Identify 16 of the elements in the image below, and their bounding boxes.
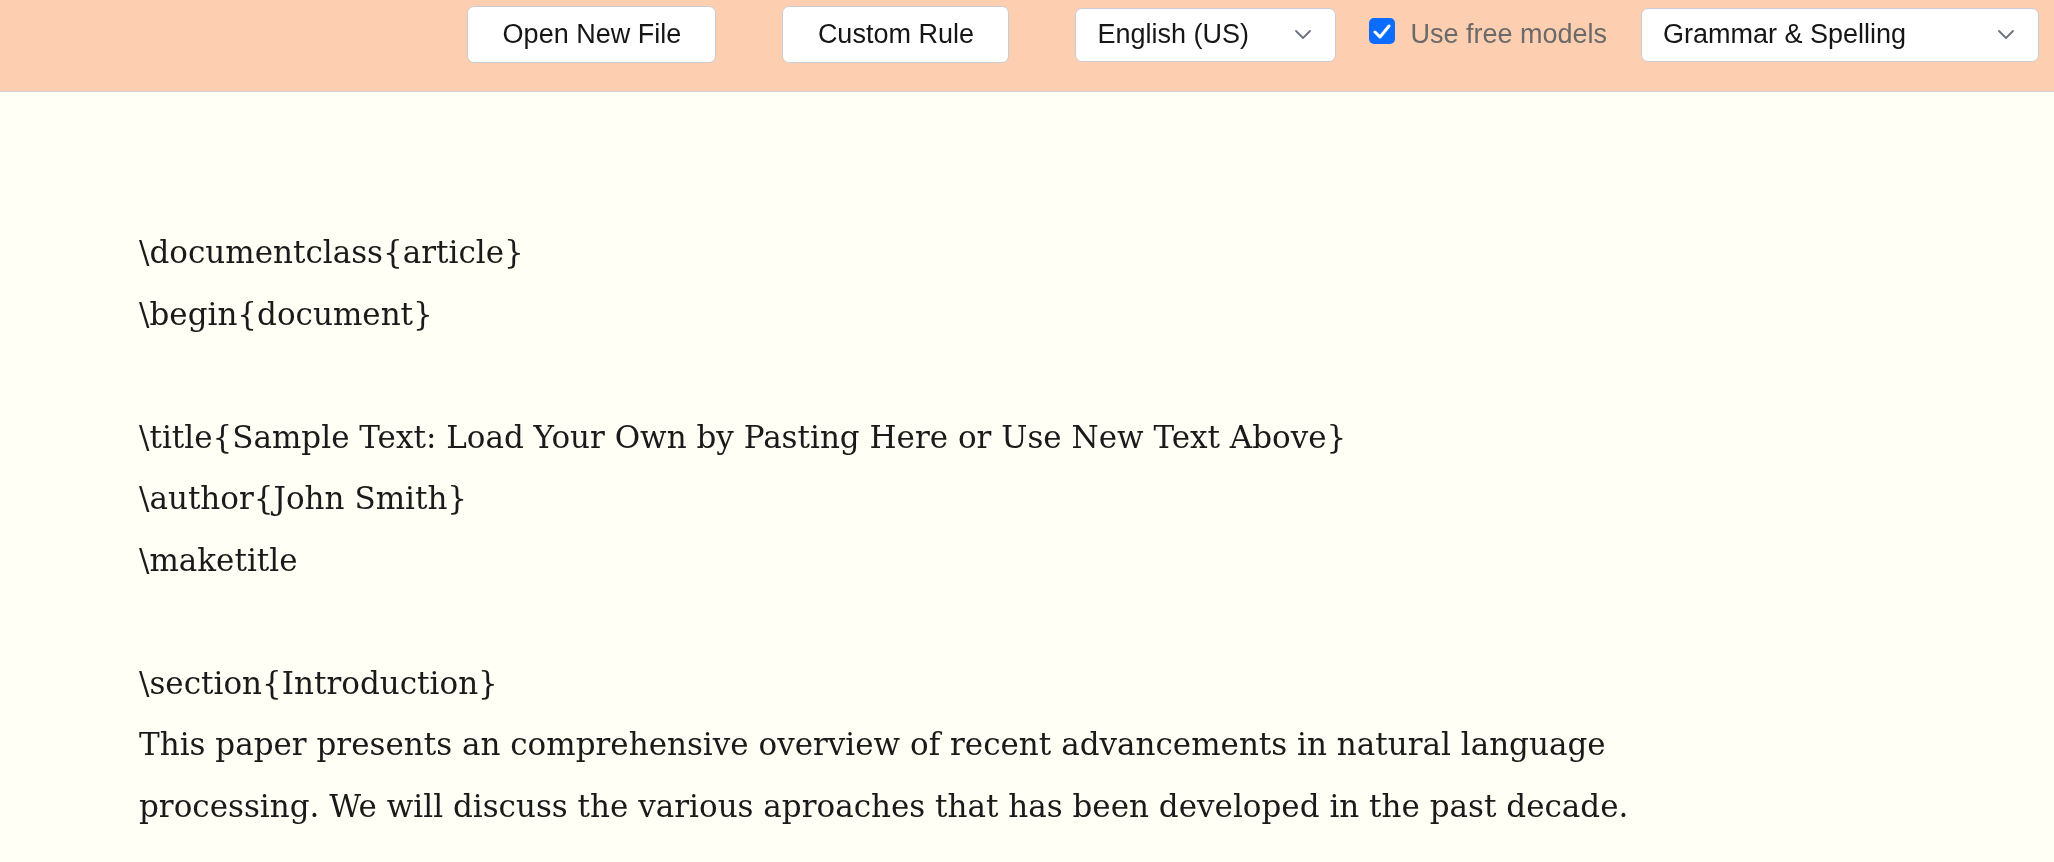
text-line: \section{Introduction}	[139, 663, 498, 703]
checkbox-label[interactable]: Use free models	[1410, 19, 1607, 50]
custom-rule-button[interactable]: Custom Rule	[782, 6, 1010, 63]
chevron-down-icon	[1998, 30, 2014, 39]
checkmark-icon	[1373, 23, 1392, 39]
text-line: \author{John Smith}	[139, 479, 468, 518]
text-line: \documentclass{article}	[139, 233, 524, 272]
open-file-button[interactable]: Open New File	[467, 6, 717, 63]
text-line: \begin{document}	[139, 294, 433, 334]
language-select[interactable]: English (US)	[1075, 7, 1337, 62]
text-line: \title{Sample Text: Load Your Own by Pasting Here or Use New Text Above}	[139, 417, 1347, 457]
chevron-down-icon	[1295, 30, 1312, 39]
text-line: \maketitle	[139, 540, 298, 580]
mode-select[interactable]: Grammar & Spelling	[1641, 7, 2039, 62]
text-line: This paper presents an comprehensive overview of recent advancements in natural language processing. We will discuss the various aproaches that has been developed in the past decade.	[139, 725, 1630, 826]
checkbox[interactable]	[1369, 18, 1396, 44]
